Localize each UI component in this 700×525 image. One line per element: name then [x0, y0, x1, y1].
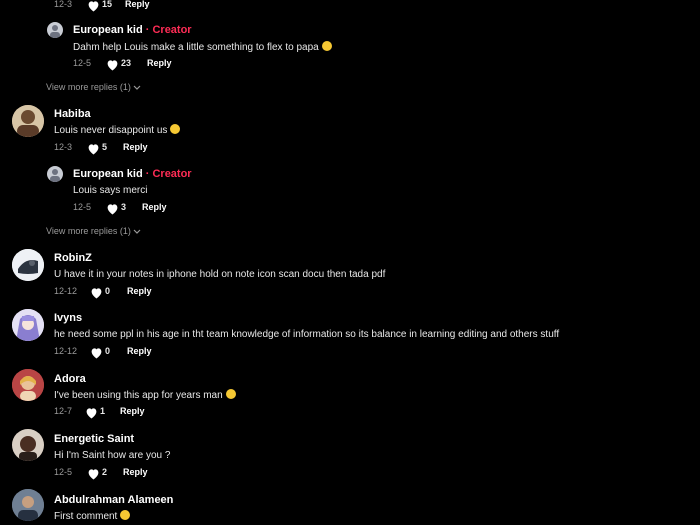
like-count: 0 — [105, 286, 111, 296]
like-count: 1 — [100, 406, 106, 416]
reply-button[interactable]: Reply — [125, 0, 150, 9]
reply-button[interactable]: Reply — [142, 202, 167, 212]
view-more-label[interactable]: View more replies (1) — [46, 82, 131, 92]
like-count: 23 — [121, 58, 132, 68]
reply-button[interactable]: Reply — [127, 346, 152, 356]
like-count: 5 — [102, 142, 108, 152]
comment-text: U have it in your notes in iphone hold o… — [54, 269, 386, 280]
comment-meta-row: 12-5 23 Reply — [73, 58, 273, 72]
emoji-icon — [120, 510, 131, 520]
commenter-name[interactable]: Habiba — [54, 108, 91, 120]
comment-meta-row: 12-3 5 Reply — [54, 142, 254, 156]
chevron-down-icon — [133, 85, 141, 90]
comment-meta-row: 12-12 0 Reply — [54, 286, 254, 300]
emoji-icon — [321, 41, 332, 51]
like-count: 2 — [102, 467, 108, 477]
reply-button[interactable]: Reply — [147, 58, 172, 68]
comment-date: 12-3 — [54, 0, 73, 9]
like-count: 3 — [121, 202, 127, 212]
commenter-name[interactable]: European kid · Creator — [73, 24, 192, 36]
reply-meta-row: 12-3 15 Reply — [54, 0, 254, 13]
commenter-name-text[interactable]: European kid — [73, 24, 143, 36]
comment-date: 12-12 — [54, 286, 78, 296]
avatar[interactable] — [12, 369, 44, 401]
commenter-name[interactable]: Ivyns — [54, 312, 82, 324]
view-more-label[interactable]: View more replies (1) — [46, 226, 131, 236]
comment-meta-row: 12-12 0 Reply — [54, 346, 254, 360]
commenter-name[interactable]: RobinZ — [54, 252, 92, 264]
heart-icon[interactable] — [106, 203, 119, 215]
heart-icon[interactable] — [87, 0, 100, 12]
emoji-icon — [170, 124, 181, 134]
comment-text: First comment — [54, 510, 131, 522]
reply-button[interactable]: Reply — [127, 286, 152, 296]
comment-text: Hi I'm Saint how are you ? — [54, 450, 171, 461]
heart-icon[interactable] — [90, 287, 103, 299]
view-more-replies[interactable]: View more replies (1) — [46, 226, 141, 236]
avatar[interactable] — [12, 309, 44, 341]
reply-button[interactable]: Reply — [123, 142, 148, 152]
commenter-name[interactable]: Abdulrahman Alameen — [54, 494, 173, 506]
avatar[interactable] — [12, 249, 44, 281]
comment-date: 12-12 — [54, 346, 78, 356]
comment-text: Louis never disappoint us — [54, 124, 181, 136]
creator-badge: · Creator — [145, 24, 192, 36]
like-count: 0 — [105, 346, 111, 356]
avatar[interactable] — [12, 429, 44, 461]
avatar[interactable] — [47, 22, 63, 38]
creator-badge: · Creator — [145, 168, 192, 180]
comment-date: 12-3 — [54, 142, 73, 152]
comment-text-body: I've been using this app for years man — [54, 390, 223, 401]
comment-meta-row: 12-5 3 Reply — [73, 202, 273, 216]
comment-text-body: Dahm help Louis make a little something … — [73, 42, 319, 53]
comment-text-body: First comment — [54, 511, 118, 522]
comment-date: 12-5 — [73, 202, 92, 212]
heart-icon[interactable] — [85, 407, 98, 419]
comment-text: I've been using this app for years man — [54, 389, 236, 401]
comment-text: Louis says merci — [73, 185, 148, 196]
comment-date: 12-7 — [54, 406, 73, 416]
heart-icon[interactable] — [87, 143, 100, 155]
chevron-down-icon — [133, 229, 141, 234]
view-more-replies[interactable]: View more replies (1) — [46, 82, 141, 92]
avatar[interactable] — [12, 105, 44, 137]
like-count: 15 — [102, 0, 113, 9]
commenter-name[interactable]: European kid · Creator — [73, 168, 192, 180]
heart-icon[interactable] — [90, 347, 103, 359]
emoji-icon — [225, 389, 236, 399]
commenter-name-text[interactable]: European kid — [73, 168, 143, 180]
heart-icon[interactable] — [87, 468, 100, 480]
avatar[interactable] — [47, 166, 63, 182]
comment-date: 12-5 — [73, 58, 92, 68]
comment-meta-row: 12-5 2 Reply — [54, 467, 254, 481]
commenter-name[interactable]: Energetic Saint — [54, 433, 134, 445]
comment-text: he need some ppl in his age in tht team … — [54, 329, 560, 340]
comment-text: Dahm help Louis make a little something … — [73, 41, 332, 53]
heart-icon[interactable] — [106, 59, 119, 71]
reply-button[interactable]: Reply — [123, 467, 148, 477]
comment-meta-row: 12-7 1 Reply — [54, 406, 254, 420]
comment-text-body: Louis never disappoint us — [54, 125, 168, 136]
reply-button[interactable]: Reply — [120, 406, 145, 416]
commenter-name[interactable]: Adora — [54, 373, 86, 385]
comment-date: 12-5 — [54, 467, 73, 477]
avatar[interactable] — [12, 489, 44, 521]
